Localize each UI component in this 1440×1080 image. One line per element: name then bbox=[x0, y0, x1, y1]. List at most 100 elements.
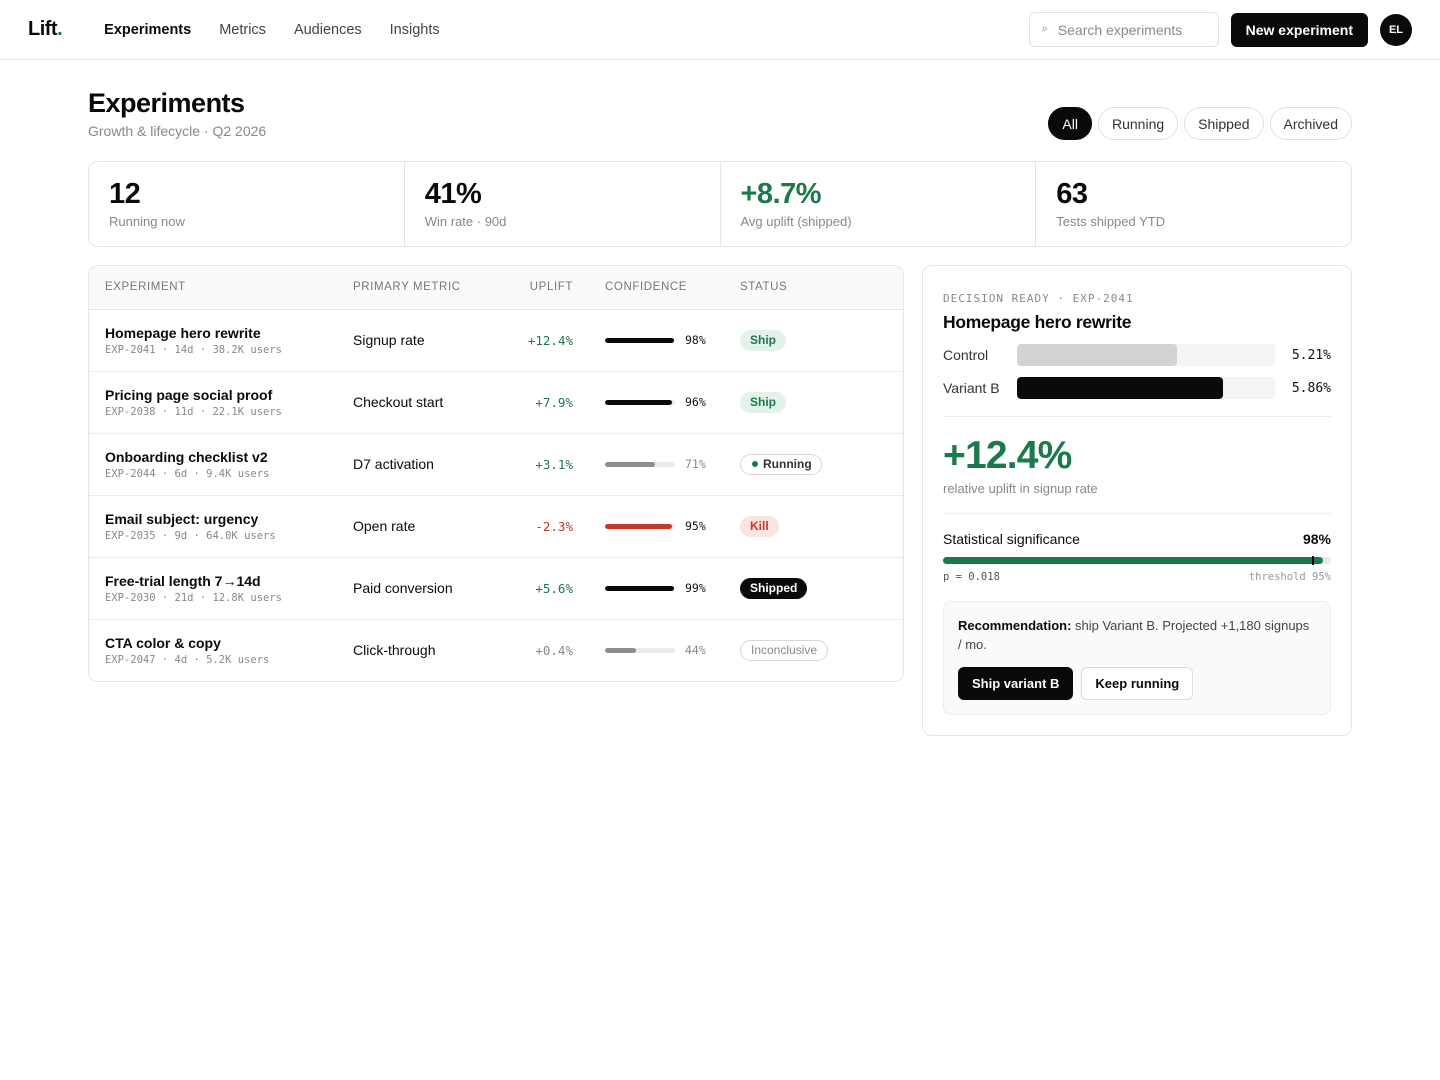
nav-experiments[interactable]: Experiments bbox=[104, 22, 191, 38]
experiment-name[interactable]: Homepage hero rewrite bbox=[105, 325, 353, 341]
variant-rate: 5.21% bbox=[1291, 347, 1331, 363]
threshold-marker bbox=[1311, 556, 1314, 565]
status-label: Ship bbox=[750, 333, 776, 347]
uplift-headline: +12.4% bbox=[943, 434, 1072, 477]
experiment-name[interactable]: CTA color & copy bbox=[105, 635, 353, 651]
status-badge: Shipped bbox=[740, 577, 808, 599]
table-row[interactable]: CTA color & copy EXP-2047 · 4d · 5.2K use… bbox=[89, 619, 903, 681]
experiment-name[interactable]: Free-trial length 7→14d bbox=[105, 573, 353, 589]
primary-metric: Signup rate bbox=[353, 332, 425, 348]
status-badge: Running bbox=[740, 453, 822, 475]
recommendation-text: Recommendation: ship Variant B. Projecte… bbox=[958, 618, 1310, 652]
variant-name: Control bbox=[943, 347, 989, 363]
uplift-value: +12.4% bbox=[527, 333, 573, 348]
stat-label: Tests shipped YTD bbox=[1056, 214, 1166, 229]
page-title: Experiments bbox=[88, 88, 245, 118]
confidence-fill bbox=[605, 399, 673, 405]
table-row[interactable]: Pricing page social proof EXP-2038 · 11d … bbox=[89, 371, 903, 433]
header-experiment[interactable]: Experiment bbox=[89, 266, 353, 310]
status-label: Ship bbox=[750, 395, 776, 409]
app-logo[interactable]: Lift. bbox=[28, 18, 63, 41]
table-row[interactable]: Onboarding checklist v2 EXP-2044 · 6d · 9… bbox=[89, 433, 903, 495]
filter-shipped[interactable]: Shipped bbox=[1184, 107, 1264, 140]
confidence-value: 96% bbox=[685, 395, 706, 409]
p-value: p = 0.018 bbox=[943, 571, 1000, 583]
status-label: Inconclusive bbox=[751, 643, 818, 658]
confidence-value: 71% bbox=[685, 457, 706, 471]
confidence-fill bbox=[605, 461, 655, 467]
uplift-value: +5.6% bbox=[535, 581, 573, 596]
keep-running-button[interactable]: Keep running bbox=[1081, 667, 1194, 700]
experiment-meta: EXP-2038 · 11d · 22.1K users bbox=[105, 405, 283, 418]
divider bbox=[943, 513, 1331, 514]
top-bar: Lift. Experiments Metrics Audiences Insi… bbox=[0, 0, 1440, 60]
header-uplift[interactable]: Uplift bbox=[493, 266, 573, 310]
stat-value: 12 bbox=[109, 178, 141, 210]
primary-metric: Paid conversion bbox=[353, 580, 453, 596]
table-row[interactable]: Homepage hero rewrite EXP-2041 · 14d · 38… bbox=[89, 309, 903, 371]
status-label: Shipped bbox=[750, 581, 798, 595]
header-confidence[interactable]: Confidence bbox=[573, 266, 740, 310]
nav-audiences[interactable]: Audiences bbox=[294, 22, 362, 38]
nav-metrics[interactable]: Metrics bbox=[219, 22, 266, 38]
experiments-table: Experiment Primary metric Uplift Confide… bbox=[88, 265, 904, 682]
stat-shipped-ytd: 63 Tests shipped YTD bbox=[1036, 162, 1351, 246]
confidence-value: 98% bbox=[685, 333, 706, 347]
experiment-name[interactable]: Pricing page social proof bbox=[105, 387, 353, 403]
uplift-value: -2.3% bbox=[535, 519, 573, 534]
avatar[interactable]: EL bbox=[1380, 13, 1412, 46]
status-badge: Ship bbox=[740, 391, 786, 413]
nav-insights[interactable]: Insights bbox=[390, 22, 440, 38]
running-dot-icon bbox=[752, 461, 758, 467]
primary-metric: Click-through bbox=[353, 642, 436, 659]
confidence-bar bbox=[605, 523, 675, 529]
ship-variant-button[interactable]: Ship variant B bbox=[958, 667, 1074, 700]
table-row[interactable]: Email subject: urgency EXP-2035 · 9d · 64… bbox=[89, 495, 903, 557]
experiment-meta: EXP-2041 · 14d · 38.2K users bbox=[105, 343, 283, 356]
confidence-value: 99% bbox=[685, 581, 706, 595]
header-primary-metric[interactable]: Primary metric bbox=[353, 266, 493, 310]
table-row[interactable]: Free-trial length 7→14d EXP-2030 · 21d · … bbox=[89, 557, 903, 619]
threshold-label: threshold 95% bbox=[1248, 571, 1331, 583]
variant-bar-fill bbox=[1017, 377, 1224, 399]
stat-label: Win rate · 90d bbox=[424, 214, 507, 229]
search-icon: ⌕ bbox=[1041, 23, 1048, 35]
confidence-fill bbox=[605, 647, 636, 653]
stat-label: Avg uplift (shipped) bbox=[740, 214, 852, 229]
significance-bar bbox=[943, 556, 1331, 565]
decision-panel: Decision ready · EXP-2041 Homepage hero … bbox=[922, 265, 1352, 736]
experiment-meta: EXP-2030 · 21d · 12.8K users bbox=[105, 591, 283, 604]
confidence-value: 95% bbox=[685, 519, 706, 533]
filter-all[interactable]: All bbox=[1048, 107, 1092, 140]
variant-name: Variant B bbox=[943, 380, 1000, 396]
primary-metric: Open rate bbox=[353, 518, 416, 534]
experiment-name[interactable]: Onboarding checklist v2 bbox=[105, 449, 353, 465]
stat-value: 63 bbox=[1056, 178, 1088, 210]
panel-eyebrow: Decision ready · EXP-2041 bbox=[943, 292, 1134, 305]
confidence-bar bbox=[605, 585, 675, 591]
variant-bar-track bbox=[1017, 344, 1275, 366]
header-status[interactable]: Status bbox=[740, 266, 903, 310]
stats-summary: 12 Running now 41% Win rate · 90d +8.7% … bbox=[88, 161, 1352, 247]
main-nav: Experiments Metrics Audiences Insights bbox=[104, 22, 439, 38]
page-subtitle: Growth & lifecycle · Q2 2026 bbox=[88, 123, 267, 139]
divider bbox=[943, 416, 1331, 417]
stat-value: +8.7% bbox=[740, 178, 822, 210]
search-box[interactable]: ⌕ bbox=[1028, 12, 1219, 47]
variant-row-control: Control 5.21% bbox=[943, 344, 1331, 366]
experiment-meta: EXP-2047 · 4d · 5.2K users bbox=[105, 653, 270, 666]
stat-running: 12 Running now bbox=[89, 162, 405, 246]
filter-archived[interactable]: Archived bbox=[1269, 107, 1352, 140]
significance-label: Statistical significance bbox=[943, 531, 1080, 547]
stat-value: 41% bbox=[424, 178, 482, 210]
uplift-value: +7.9% bbox=[535, 395, 573, 410]
new-experiment-button[interactable]: New experiment bbox=[1230, 12, 1368, 47]
experiment-name[interactable]: Email subject: urgency bbox=[105, 511, 353, 527]
filter-running[interactable]: Running bbox=[1097, 107, 1179, 140]
search-input[interactable] bbox=[1057, 21, 1198, 38]
stat-win-rate: 41% Win rate · 90d bbox=[405, 162, 721, 246]
uplift-caption: relative uplift in signup rate bbox=[943, 481, 1098, 496]
primary-metric: D7 activation bbox=[353, 456, 434, 472]
status-filters: All Running Shipped Archived bbox=[1048, 107, 1352, 140]
status-label: Running bbox=[763, 457, 812, 471]
